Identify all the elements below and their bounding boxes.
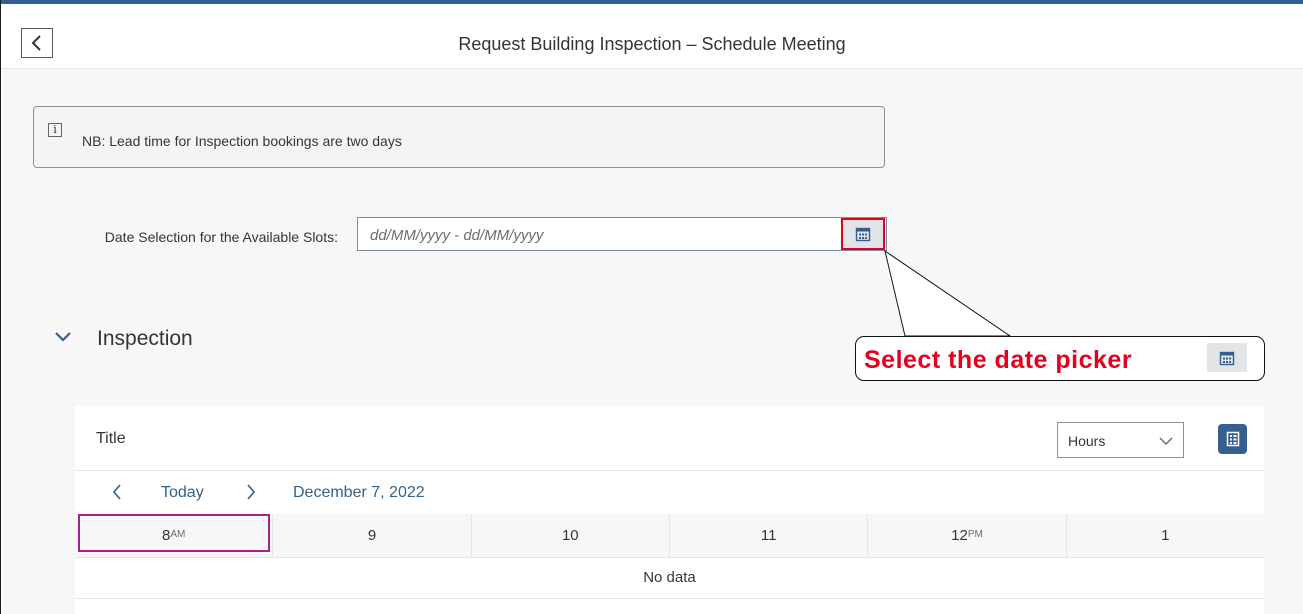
- calendar-icon: [855, 227, 871, 242]
- today-button[interactable]: Today: [161, 484, 204, 502]
- page-header: Request Building Inspection – Schedule M…: [1, 4, 1303, 69]
- page-title: Request Building Inspection – Schedule M…: [458, 34, 846, 54]
- hour-cell[interactable]: 12PM: [867, 514, 1065, 557]
- hour-suffix: PM: [967, 529, 983, 540]
- calendar-icon: [1207, 343, 1247, 372]
- info-message-text: NB: Lead time for Inspection bookings ar…: [82, 133, 402, 149]
- hour-label: 9: [367, 527, 377, 544]
- hour-cell[interactable]: 1: [1065, 514, 1264, 557]
- calendar-navigation: Today December 7, 2022: [75, 471, 1264, 513]
- info-message-strip: i NB: Lead time for Inspection bookings …: [33, 106, 885, 168]
- hour-highlight-box: [78, 514, 270, 552]
- chevron-down-icon[interactable]: [54, 330, 72, 344]
- callout-text: Select the date picker: [864, 346, 1133, 374]
- view-select[interactable]: Hours: [1057, 422, 1184, 458]
- date-picker-button[interactable]: [841, 218, 885, 250]
- hour-label: 10: [561, 527, 579, 544]
- chevron-right-icon[interactable]: [245, 483, 257, 501]
- hour-label: 1: [1161, 527, 1170, 544]
- view-select-value: Hours: [1068, 433, 1106, 449]
- hour-label: 11: [760, 527, 777, 544]
- no-data-text: No data: [75, 558, 1264, 599]
- date-range-label: Date Selection for the Available Slots:: [104, 229, 338, 245]
- chevron-left-icon[interactable]: [111, 483, 123, 501]
- current-date-link[interactable]: December 7, 2022: [293, 484, 425, 502]
- planning-title: Title: [96, 430, 126, 447]
- hour-cell[interactable]: 9: [272, 514, 470, 557]
- chevron-down-icon: [1159, 437, 1173, 446]
- hour-label: 12: [951, 527, 968, 544]
- date-range-field[interactable]: [357, 217, 887, 251]
- hour-cell[interactable]: 10: [470, 514, 669, 557]
- instruction-callout: Select the date picker: [855, 336, 1265, 381]
- info-icon: i: [48, 123, 62, 137]
- legend-icon: [1226, 431, 1239, 447]
- section-title[interactable]: Inspection: [97, 327, 193, 351]
- date-range-input[interactable]: [368, 224, 832, 246]
- hour-cell[interactable]: 11: [668, 514, 867, 557]
- legend-button[interactable]: [1218, 424, 1247, 454]
- planning-toolbar: Title Hours: [75, 406, 1264, 471]
- planning-calendar: Title Hours Today December 7, 2022 8AM 9…: [75, 406, 1264, 614]
